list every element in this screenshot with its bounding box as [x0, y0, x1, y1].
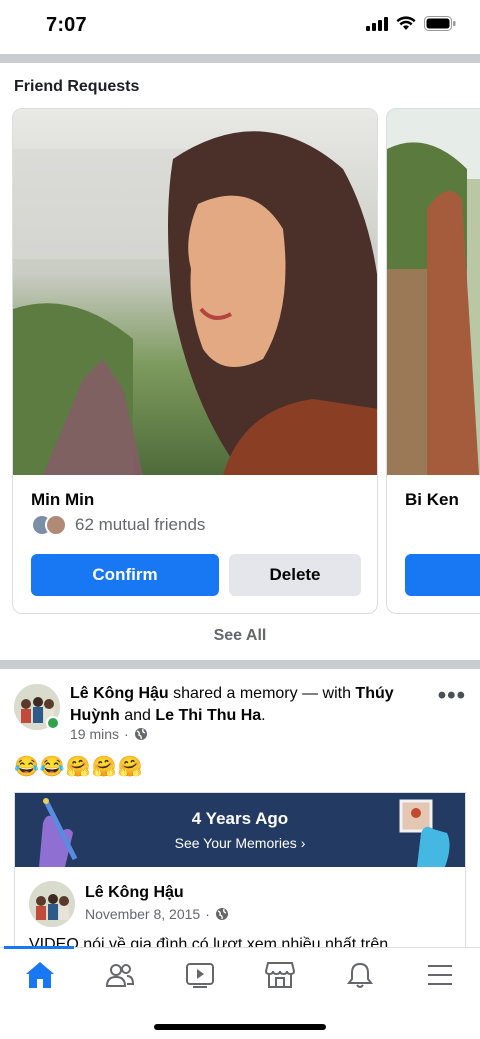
memory-date: November 8, 2015 ·	[85, 906, 229, 922]
post-action-text: shared a memory — with	[173, 685, 351, 702]
meta-separator: ·	[124, 726, 129, 742]
post-header: Lê Kông Hậu shared a memory — with Thúy …	[70, 683, 420, 727]
mutual-friends[interactable]: 62 mutual friends	[31, 514, 205, 536]
nav-marketplace[interactable]	[250, 958, 310, 992]
nav-home[interactable]	[10, 958, 70, 992]
section-divider	[0, 660, 480, 669]
online-status-indicator	[46, 716, 60, 730]
post-author-name[interactable]: Lê Kông Hậu	[70, 685, 169, 702]
tagged-friend[interactable]: Le Thi Thu Ha	[155, 707, 261, 724]
mutual-friend-avatar	[45, 514, 67, 536]
friend-name[interactable]: Min Min	[31, 490, 94, 510]
confirm-button[interactable]: Confirm	[31, 554, 219, 596]
friend-request-card[interactable]: Bi Ken Co	[386, 108, 480, 614]
post-and-text: and	[124, 707, 151, 724]
home-icon	[26, 962, 54, 988]
friends-icon	[105, 964, 135, 987]
mutual-friends-count: 62 mutual friends	[75, 515, 206, 534]
friend-name[interactable]: Bi Ken	[405, 490, 459, 510]
shared-memory-card[interactable]: 4 Years Ago See Your Memories › Lê Kông …	[14, 792, 466, 962]
status-icons	[366, 16, 456, 31]
section-divider	[0, 54, 480, 63]
nav-notifications[interactable]	[330, 958, 390, 992]
post-header-period: .	[261, 707, 266, 724]
see-all-link[interactable]: See All	[0, 627, 480, 645]
menu-icon	[428, 965, 452, 985]
notifications-icon	[347, 962, 373, 988]
profile-photo[interactable]	[387, 109, 480, 475]
post-text: 😂😂🤗🤗🤗	[14, 756, 144, 778]
delete-button[interactable]: Delete	[229, 554, 361, 596]
nav-watch[interactable]	[170, 958, 230, 992]
nav-menu[interactable]	[410, 958, 470, 992]
status-time: 7:07	[46, 14, 87, 36]
memory-banner[interactable]: 4 Years Ago See Your Memories ›	[15, 793, 465, 867]
watch-icon	[186, 963, 214, 988]
confirm-button[interactable]: Co	[405, 554, 480, 596]
bottom-navigation	[0, 946, 480, 1039]
globe-icon	[134, 728, 147, 740]
wifi-icon	[396, 16, 416, 30]
battery-icon	[424, 16, 456, 31]
memory-author-name[interactable]: Lê Kông Hậu	[85, 884, 184, 902]
home-indicator[interactable]	[154, 1024, 326, 1030]
memory-author-avatar[interactable]	[29, 881, 75, 927]
cellular-signal-icon	[366, 16, 388, 31]
post-meta: 19 mins ·	[70, 726, 148, 742]
facebook-feed-screen: 7:07 Friend Requests Min Min 62 mutual f…	[0, 0, 480, 1039]
status-bar: 7:07	[0, 0, 480, 52]
nav-friends[interactable]	[90, 958, 150, 992]
marketplace-icon	[265, 962, 295, 988]
memory-illustration-right	[399, 799, 450, 867]
meta-separator: ·	[205, 906, 210, 922]
memory-illustration-left	[39, 798, 78, 867]
friend-request-card[interactable]: Min Min 62 mutual friends Confirm Delete	[12, 108, 378, 614]
post-time[interactable]: 19 mins	[70, 726, 119, 742]
friend-requests-title: Friend Requests	[14, 78, 140, 95]
profile-photo[interactable]	[13, 109, 377, 475]
memory-date-text[interactable]: November 8, 2015	[85, 906, 200, 922]
active-tab-indicator	[4, 946, 74, 949]
post-more-options-icon[interactable]: •••	[438, 682, 466, 710]
globe-icon	[215, 908, 228, 920]
